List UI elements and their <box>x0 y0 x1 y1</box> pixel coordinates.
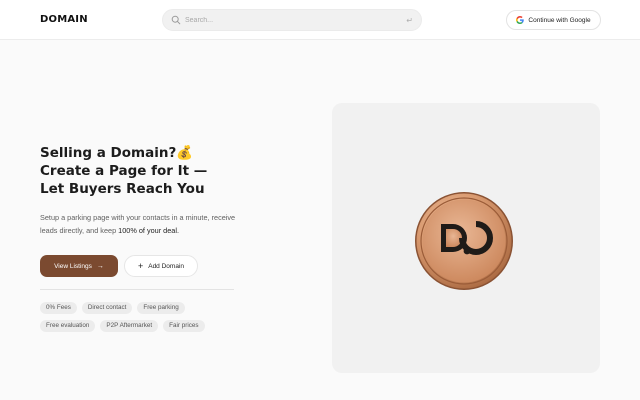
feature-tags-row-1: 0% Fees Direct contact Free parking <box>40 302 240 314</box>
feature-tags-row-2: Free evaluation P2P Aftermarket Fair pri… <box>40 320 240 332</box>
plus-icon: + <box>137 260 144 271</box>
feature-tag: Free parking <box>137 302 185 314</box>
search-icon <box>171 15 181 25</box>
add-domain-button[interactable]: + Add Domain <box>124 255 198 277</box>
feature-tag: Free evaluation <box>40 320 96 332</box>
feature-tags: 0% Fees Direct contact Free parking Free… <box>40 302 240 338</box>
search-input[interactable] <box>185 12 407 28</box>
logo-text: DOMAIN <box>40 14 88 25</box>
view-listings-button[interactable]: View Listings → <box>40 255 118 277</box>
feature-tag: 0% Fees <box>40 302 77 314</box>
feature-tag: P2P Aftermarket <box>100 320 159 332</box>
hero-description: Setup a parking page with your contacts … <box>40 212 240 237</box>
headline-line-2: Create a Page for It — <box>40 163 208 179</box>
search-bar[interactable]: ↵ <box>162 9 422 31</box>
top-header: DOMAIN ↵ Continue with Google <box>0 0 640 40</box>
google-icon <box>516 16 525 24</box>
hero-description-highlight: 100% of your deal. <box>118 225 180 235</box>
google-button-label: Continue with Google <box>528 16 591 24</box>
domain-coin-logo <box>414 191 514 291</box>
hero-visual-panel <box>332 103 600 373</box>
feature-tag: Fair prices <box>163 320 205 332</box>
add-domain-label: Add Domain <box>148 262 185 270</box>
site-logo[interactable]: DOMAIN <box>40 14 88 25</box>
view-listings-label: View Listings <box>54 262 92 270</box>
continue-with-google-button[interactable]: Continue with Google <box>506 10 601 30</box>
arrow-right-icon: → <box>96 262 104 270</box>
headline-line-3: Let Buyers Reach You <box>40 181 205 197</box>
section-divider <box>40 289 234 290</box>
feature-tag: Direct contact <box>81 302 133 314</box>
enter-key-icon: ↵ <box>406 15 413 25</box>
headline-line-1: Selling a Domain?💰 <box>40 145 194 161</box>
hero-headline: Selling a Domain?💰 Create a Page for It … <box>40 144 250 198</box>
